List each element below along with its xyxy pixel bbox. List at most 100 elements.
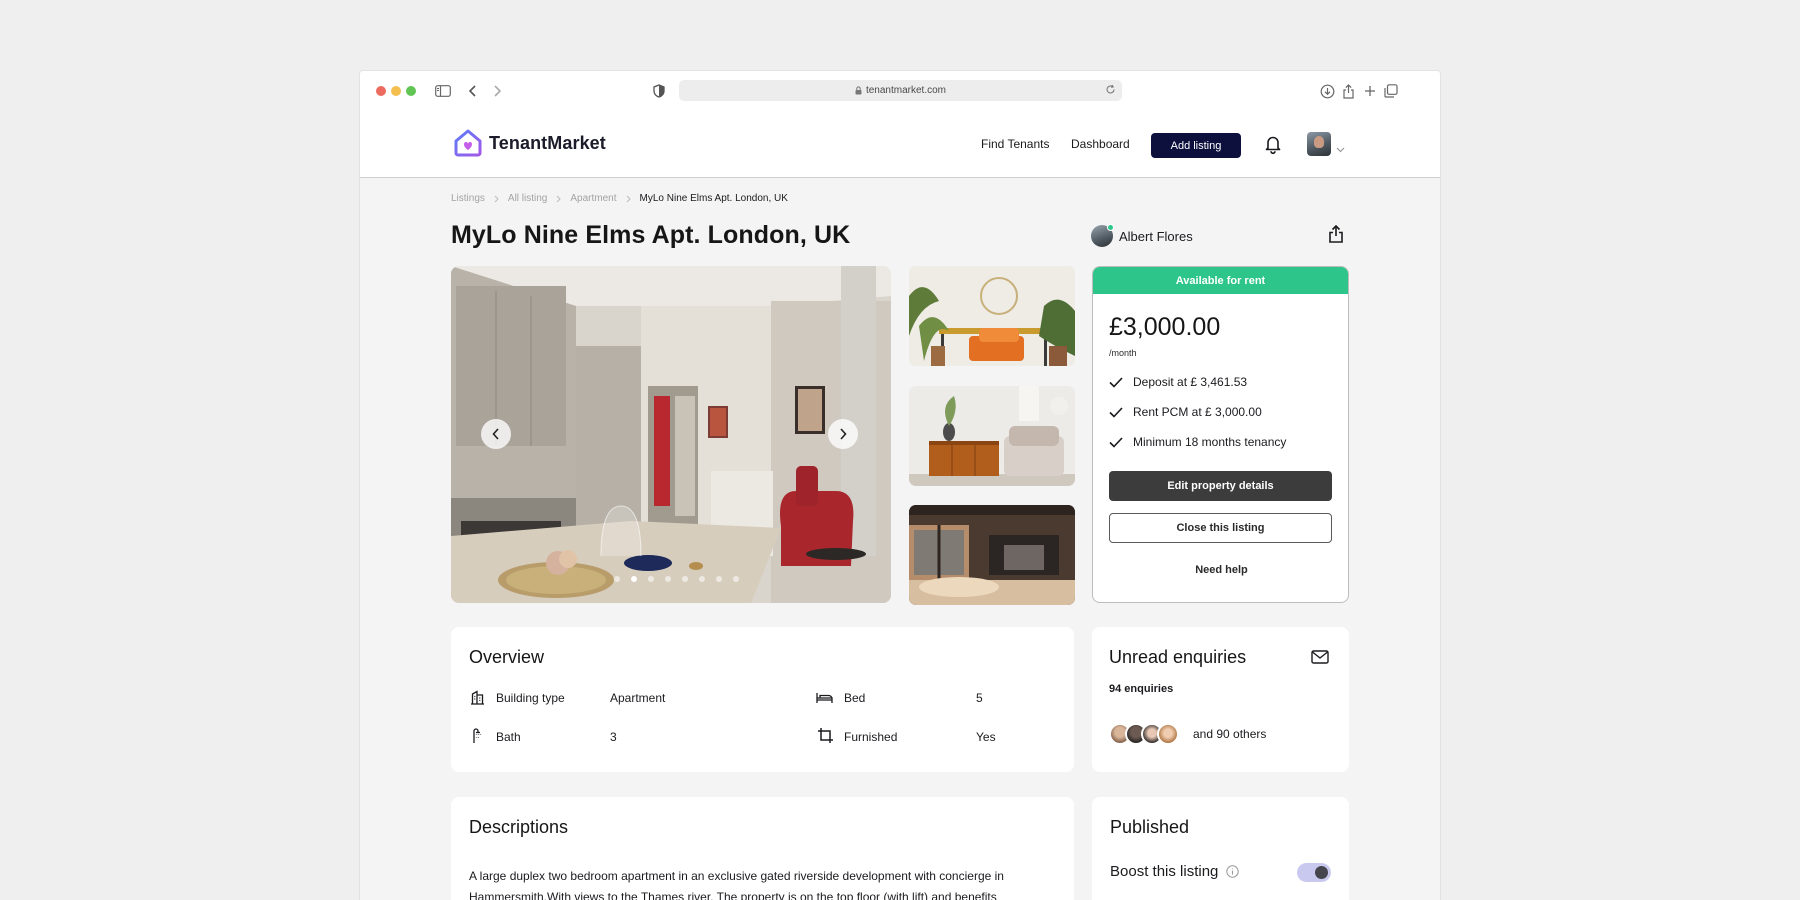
overview-value: Yes [976,730,996,744]
rent-price: £3,000.00 [1109,313,1221,341]
nav-dashboard[interactable]: Dashboard [1071,137,1130,151]
zoom-window-button[interactable] [406,86,416,96]
enquiries-panel: Unread enquiries 94 enquiries and 90 oth… [1092,627,1349,772]
sidebar-toggle-icon[interactable] [433,81,453,101]
new-tab-icon[interactable] [1360,81,1380,101]
gallery-prev-button[interactable] [481,419,511,449]
thumbnail-photo-3 [909,505,1075,605]
availability-banner: Available for rent [1093,267,1348,294]
enquirer-avatars[interactable] [1109,723,1179,745]
gallery-pagination [614,576,739,582]
share-page-icon[interactable] [1338,81,1358,101]
reload-icon[interactable] [1105,84,1116,95]
browser-window: tenantmarket.com TenantMarket Find Tenan… [360,71,1440,900]
breadcrumb-listings[interactable]: Listings [451,193,485,204]
chevron-left-icon [492,428,499,440]
breadcrumb-current: MyLo Nine Elms Apt. London, UK [639,193,788,204]
hero-photo[interactable] [451,266,891,603]
chevron-right-icon [494,195,499,202]
info-icon[interactable] [1226,865,1240,878]
privacy-shield-icon[interactable] [649,81,669,101]
brand-name: TenantMarket [489,132,606,153]
overview-label: Building type [496,691,565,705]
brand-logo[interactable]: TenantMarket [453,129,606,157]
close-window-button[interactable] [376,86,386,96]
published-panel: Published Boost this listing [1092,797,1349,900]
chevron-right-icon [840,428,847,440]
chevron-down-icon[interactable] [1336,140,1345,158]
browser-toolbar: tenantmarket.com [360,71,1440,111]
overview-title: Overview [469,647,545,667]
minimize-window-button[interactable] [391,86,401,96]
lock-icon [855,86,862,95]
close-listing-button[interactable]: Close this listing [1109,513,1332,543]
back-icon[interactable] [463,81,483,101]
avatar [1157,723,1179,745]
toggle-knob [1315,866,1328,879]
rent-fact-text: Rent PCM at £ 3,000.00 [1133,405,1262,419]
owner-info[interactable]: Albert Flores [1091,224,1193,247]
online-status-dot [1107,224,1114,231]
rent-fact-tenancy: Minimum 18 months tenancy [1109,435,1286,449]
rent-fact-text: Deposit at £ 3,461.53 [1133,375,1248,389]
overview-panel: Overview Building type Apartment Bed 5 B… [451,627,1074,772]
add-listing-button[interactable]: Add listing [1151,133,1241,158]
description-text: A large duplex two bedroom apartment in … [469,869,1004,900]
breadcrumb-apartment[interactable]: Apartment [570,193,616,204]
thumbnail-photo-2 [909,386,1075,486]
gallery-dot[interactable] [614,576,620,582]
check-icon [1109,436,1123,448]
address-bar[interactable]: tenantmarket.com [679,80,1122,101]
page-title: MyLo Nine Elms Apt. London, UK [451,221,851,249]
gallery-dot[interactable] [682,576,688,582]
owner-name: Albert Flores [1119,228,1193,244]
tab-overview-icon[interactable] [1381,81,1401,101]
boost-row: Boost this listing [1110,863,1240,880]
crop-icon [817,727,834,749]
owner-avatar [1091,224,1114,247]
rent-fact-deposit: Deposit at £ 3,461.53 [1109,375,1247,389]
bed-icon [816,691,833,709]
download-icon[interactable] [1317,81,1337,101]
edit-property-button[interactable]: Edit property details [1109,471,1332,501]
gallery-dot[interactable] [733,576,739,582]
thumbnail-sideboard[interactable] [909,386,1075,486]
chevron-right-icon [557,195,562,202]
check-icon [1109,406,1123,418]
overview-value: 3 [610,730,617,744]
check-icon [1109,376,1123,388]
forward-icon[interactable] [487,81,507,101]
breadcrumb-all-listing[interactable]: All listing [508,193,547,204]
nav-find-tenants[interactable]: Find Tenants [981,137,1050,151]
thumbnail-photo-1 [909,266,1075,366]
rent-fact-text: Minimum 18 months tenancy [1133,435,1287,449]
overview-label: Bath [496,730,521,744]
notification-bell-icon[interactable] [1264,134,1282,159]
enquirers-more[interactable]: and 90 others [1193,727,1266,741]
chevron-right-icon [626,195,631,202]
breadcrumb: Listings All listing Apartment MyLo Nine… [451,193,788,204]
gallery-dot[interactable] [699,576,705,582]
apartment-interior-photo [451,266,891,603]
building-icon [470,690,485,710]
mail-icon[interactable] [1311,650,1329,669]
enquiries-count: 94 enquiries [1109,683,1174,695]
overview-label: Furnished [844,730,898,744]
boost-toggle[interactable] [1297,863,1331,882]
bath-icon [471,728,485,749]
published-title: Published [1110,817,1190,837]
share-icon[interactable] [1328,224,1344,248]
rent-period: /month [1109,348,1137,358]
thumbnail-lounge-view[interactable] [909,505,1075,605]
overview-value: 5 [976,691,983,705]
gallery-dot[interactable] [631,576,637,582]
thumbnail-living-room[interactable] [909,266,1075,366]
user-avatar[interactable] [1307,132,1331,156]
gallery-dot[interactable] [716,576,722,582]
gallery-next-button[interactable] [828,419,858,449]
gallery-dot[interactable] [648,576,654,582]
need-help-link[interactable]: Need help [1093,564,1348,576]
house-logo-icon [454,129,482,157]
rent-card: Available for rent £3,000.00 /month Depo… [1092,266,1349,603]
gallery-dot[interactable] [665,576,671,582]
